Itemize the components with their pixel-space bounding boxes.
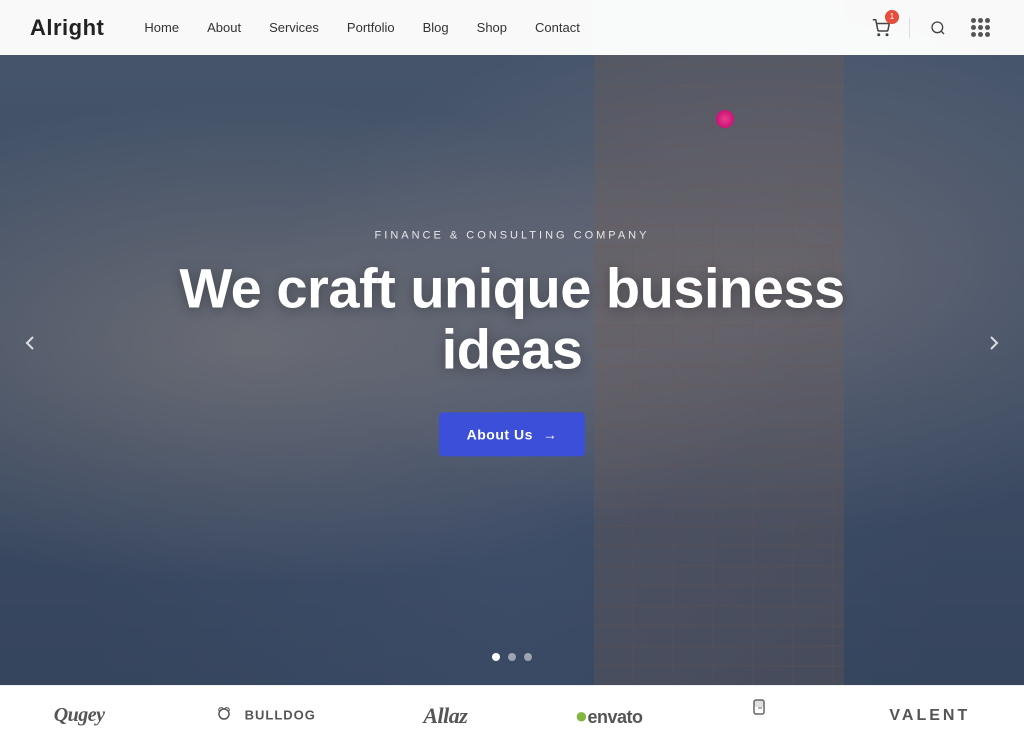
slider-prev-button[interactable] <box>10 323 50 363</box>
navbar: Alright Home About Services Portfolio Bl… <box>0 0 1024 55</box>
nav-item-home[interactable]: Home <box>144 19 179 37</box>
nav-link-contact[interactable]: Contact <box>535 20 580 35</box>
logo-valent: VALENT <box>889 707 970 725</box>
nav-item-about[interactable]: About <box>207 19 241 37</box>
logo-allaz: Allaz <box>423 703 467 729</box>
hero-subtitle: Finance & Consulting Company <box>162 229 862 241</box>
nav-link-about[interactable]: About <box>207 20 241 35</box>
slider-dot-1[interactable] <box>492 653 500 661</box>
grid-icon <box>971 18 990 37</box>
nav-link-shop[interactable]: Shop <box>477 20 507 35</box>
logo-qugey: Qugey <box>54 704 105 727</box>
nav-item-portfolio[interactable]: Portfolio <box>347 19 395 37</box>
hero-decorative-dot <box>716 110 734 128</box>
hero-content: Finance & Consulting Company We craft un… <box>162 229 862 456</box>
nav-item-shop[interactable]: Shop <box>477 19 507 37</box>
hero-cta-button[interactable]: About Us → <box>439 412 586 456</box>
slider-next-button[interactable] <box>974 323 1014 363</box>
hero-cta-label: About Us <box>467 426 533 442</box>
cart-badge: 1 <box>885 10 899 24</box>
nav-link-services[interactable]: Services <box>269 20 319 35</box>
slider-dot-2[interactable] <box>508 653 516 661</box>
search-button[interactable] <box>924 14 952 42</box>
nav-item-blog[interactable]: Blog <box>423 19 449 37</box>
logo-envato: ●envato <box>575 703 643 729</box>
nav-divider <box>909 18 910 38</box>
nav-link-blog[interactable]: Blog <box>423 20 449 35</box>
logo-bulldog: BULLDOG <box>212 704 316 728</box>
hero-section: Finance & Consulting Company We craft un… <box>0 0 1024 685</box>
nav-link-home[interactable]: Home <box>144 20 179 35</box>
navbar-actions: 1 <box>867 14 994 42</box>
nav-link-portfolio[interactable]: Portfolio <box>347 20 395 35</box>
slider-dots <box>492 653 532 661</box>
nav-links: Home About Services Portfolio Blog Shop … <box>144 19 867 37</box>
brand-logo[interactable]: Alright <box>30 15 104 41</box>
slider-dot-3[interactable] <box>524 653 532 661</box>
hero-cta-arrow: → <box>543 426 558 442</box>
logos-strip: Qugey BULLDOG Allaz ●envato VALENT <box>0 685 1024 745</box>
nav-item-contact[interactable]: Contact <box>535 19 580 37</box>
grid-menu-button[interactable] <box>966 14 994 42</box>
nav-item-services[interactable]: Services <box>269 19 319 37</box>
logo-unknown <box>750 696 782 735</box>
hero-title: We craft unique business ideas <box>162 257 862 380</box>
cart-button[interactable]: 1 <box>867 14 895 42</box>
